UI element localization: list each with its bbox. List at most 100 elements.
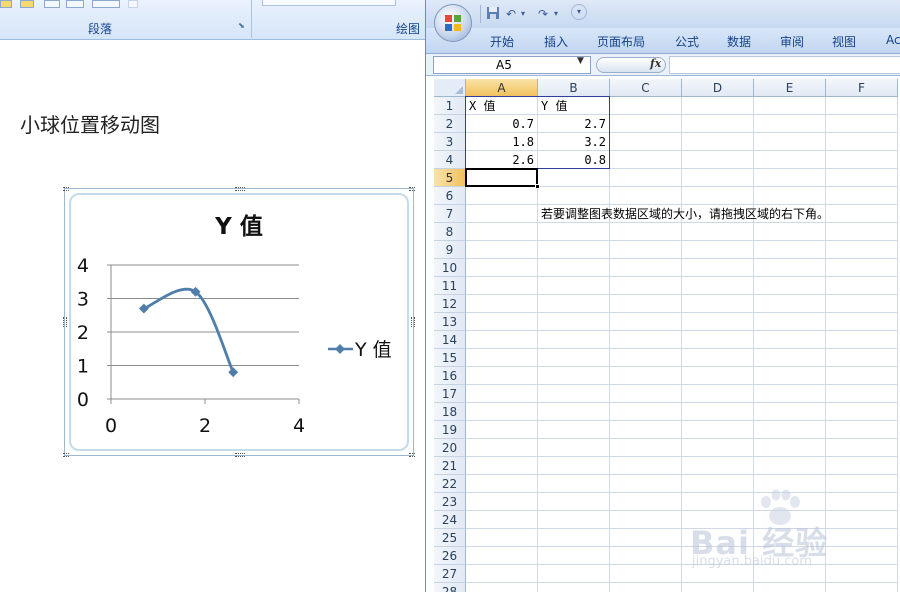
cell[interactable]	[610, 403, 682, 421]
cell[interactable]	[610, 295, 682, 313]
cell[interactable]	[826, 349, 898, 367]
data-cell[interactable]: 0.8	[538, 151, 610, 169]
data-cell[interactable]: X 值	[466, 97, 538, 115]
cell[interactable]	[754, 241, 826, 259]
row-header-20[interactable]: 20	[434, 439, 466, 457]
row-header-2[interactable]: 2	[434, 115, 466, 133]
cell[interactable]	[610, 367, 682, 385]
cell[interactable]	[826, 439, 898, 457]
cell[interactable]	[538, 313, 610, 331]
row-header-23[interactable]: 23	[434, 493, 466, 511]
cell[interactable]	[610, 457, 682, 475]
cell[interactable]	[466, 565, 538, 583]
cell[interactable]	[682, 313, 754, 331]
cell[interactable]	[826, 295, 898, 313]
tab-4[interactable]: 数据	[727, 33, 751, 50]
tab-6[interactable]: 视图	[832, 33, 856, 50]
cell[interactable]	[754, 259, 826, 277]
cell[interactable]	[538, 511, 610, 529]
cell[interactable]	[610, 277, 682, 295]
cell[interactable]	[826, 403, 898, 421]
undo-icon[interactable]: ↶	[506, 6, 516, 22]
cell[interactable]	[682, 133, 754, 151]
cell[interactable]	[538, 169, 610, 187]
cell[interactable]	[826, 205, 898, 223]
row-header-21[interactable]: 21	[434, 457, 466, 475]
cell[interactable]	[682, 385, 754, 403]
cell[interactable]	[754, 583, 826, 592]
cell[interactable]	[754, 349, 826, 367]
undo-dropdown-icon[interactable]: ▾	[521, 6, 525, 22]
cell[interactable]	[538, 565, 610, 583]
cell[interactable]	[466, 331, 538, 349]
cell[interactable]	[754, 151, 826, 169]
fill-handle[interactable]	[535, 184, 540, 189]
cell[interactable]	[538, 457, 610, 475]
cell[interactable]	[826, 115, 898, 133]
cell[interactable]	[538, 475, 610, 493]
insert-function-icon[interactable]: fx	[650, 57, 661, 70]
select-all-corner[interactable]	[434, 79, 466, 97]
cell[interactable]	[538, 295, 610, 313]
cell[interactable]	[610, 529, 682, 547]
cell[interactable]	[754, 403, 826, 421]
dialog-launcher-icon[interactable]: ⬊	[238, 22, 247, 31]
cell[interactable]	[466, 295, 538, 313]
cell[interactable]	[682, 349, 754, 367]
row-header-4[interactable]: 4	[434, 151, 466, 169]
cell[interactable]	[610, 187, 682, 205]
row-header-15[interactable]: 15	[434, 349, 466, 367]
row-header-22[interactable]: 22	[434, 475, 466, 493]
row-header-26[interactable]: 26	[434, 547, 466, 565]
column-header-c[interactable]: C	[610, 79, 682, 97]
cell[interactable]	[610, 313, 682, 331]
cell[interactable]	[826, 583, 898, 592]
cell[interactable]	[538, 223, 610, 241]
cell[interactable]	[682, 151, 754, 169]
cell[interactable]	[538, 349, 610, 367]
cell[interactable]	[610, 385, 682, 403]
row-header-25[interactable]: 25	[434, 529, 466, 547]
customize-qat-icon[interactable]: ▾	[571, 4, 587, 20]
cell[interactable]	[826, 367, 898, 385]
cell[interactable]	[466, 259, 538, 277]
chart-object[interactable]: Y 值 0 1 2 3 4 0 2 4 Y 值	[63, 187, 415, 457]
row-header-28[interactable]: 28	[434, 583, 466, 592]
data-cell[interactable]: 1.8	[466, 133, 538, 151]
row-header-1[interactable]: 1	[434, 97, 466, 115]
cell[interactable]	[610, 331, 682, 349]
cell[interactable]	[466, 511, 538, 529]
cell[interactable]	[466, 313, 538, 331]
cell[interactable]	[610, 583, 682, 592]
name-box-dropdown-icon[interactable]: ▼	[577, 56, 584, 66]
cell[interactable]	[610, 511, 682, 529]
cell[interactable]	[682, 457, 754, 475]
cell[interactable]	[826, 151, 898, 169]
cell[interactable]	[682, 259, 754, 277]
cell[interactable]	[466, 187, 538, 205]
cell[interactable]	[682, 223, 754, 241]
cell[interactable]	[466, 349, 538, 367]
cell[interactable]	[466, 529, 538, 547]
cell[interactable]	[610, 169, 682, 187]
cell[interactable]	[610, 259, 682, 277]
cell[interactable]	[466, 223, 538, 241]
cell[interactable]	[754, 97, 826, 115]
cell[interactable]	[610, 475, 682, 493]
cell[interactable]	[826, 331, 898, 349]
cell[interactable]	[538, 259, 610, 277]
cell[interactable]	[826, 277, 898, 295]
cell[interactable]	[754, 277, 826, 295]
cell[interactable]	[826, 241, 898, 259]
cell[interactable]	[682, 277, 754, 295]
row-header-17[interactable]: 17	[434, 385, 466, 403]
cell[interactable]	[610, 547, 682, 565]
cell[interactable]	[610, 349, 682, 367]
cell[interactable]	[466, 403, 538, 421]
data-cell[interactable]: 0.7	[466, 115, 538, 133]
cell[interactable]	[610, 133, 682, 151]
tab-5[interactable]: 审阅	[780, 33, 804, 50]
cell[interactable]	[682, 115, 754, 133]
redo-icon[interactable]: ↷	[538, 6, 548, 22]
row-header-27[interactable]: 27	[434, 565, 466, 583]
